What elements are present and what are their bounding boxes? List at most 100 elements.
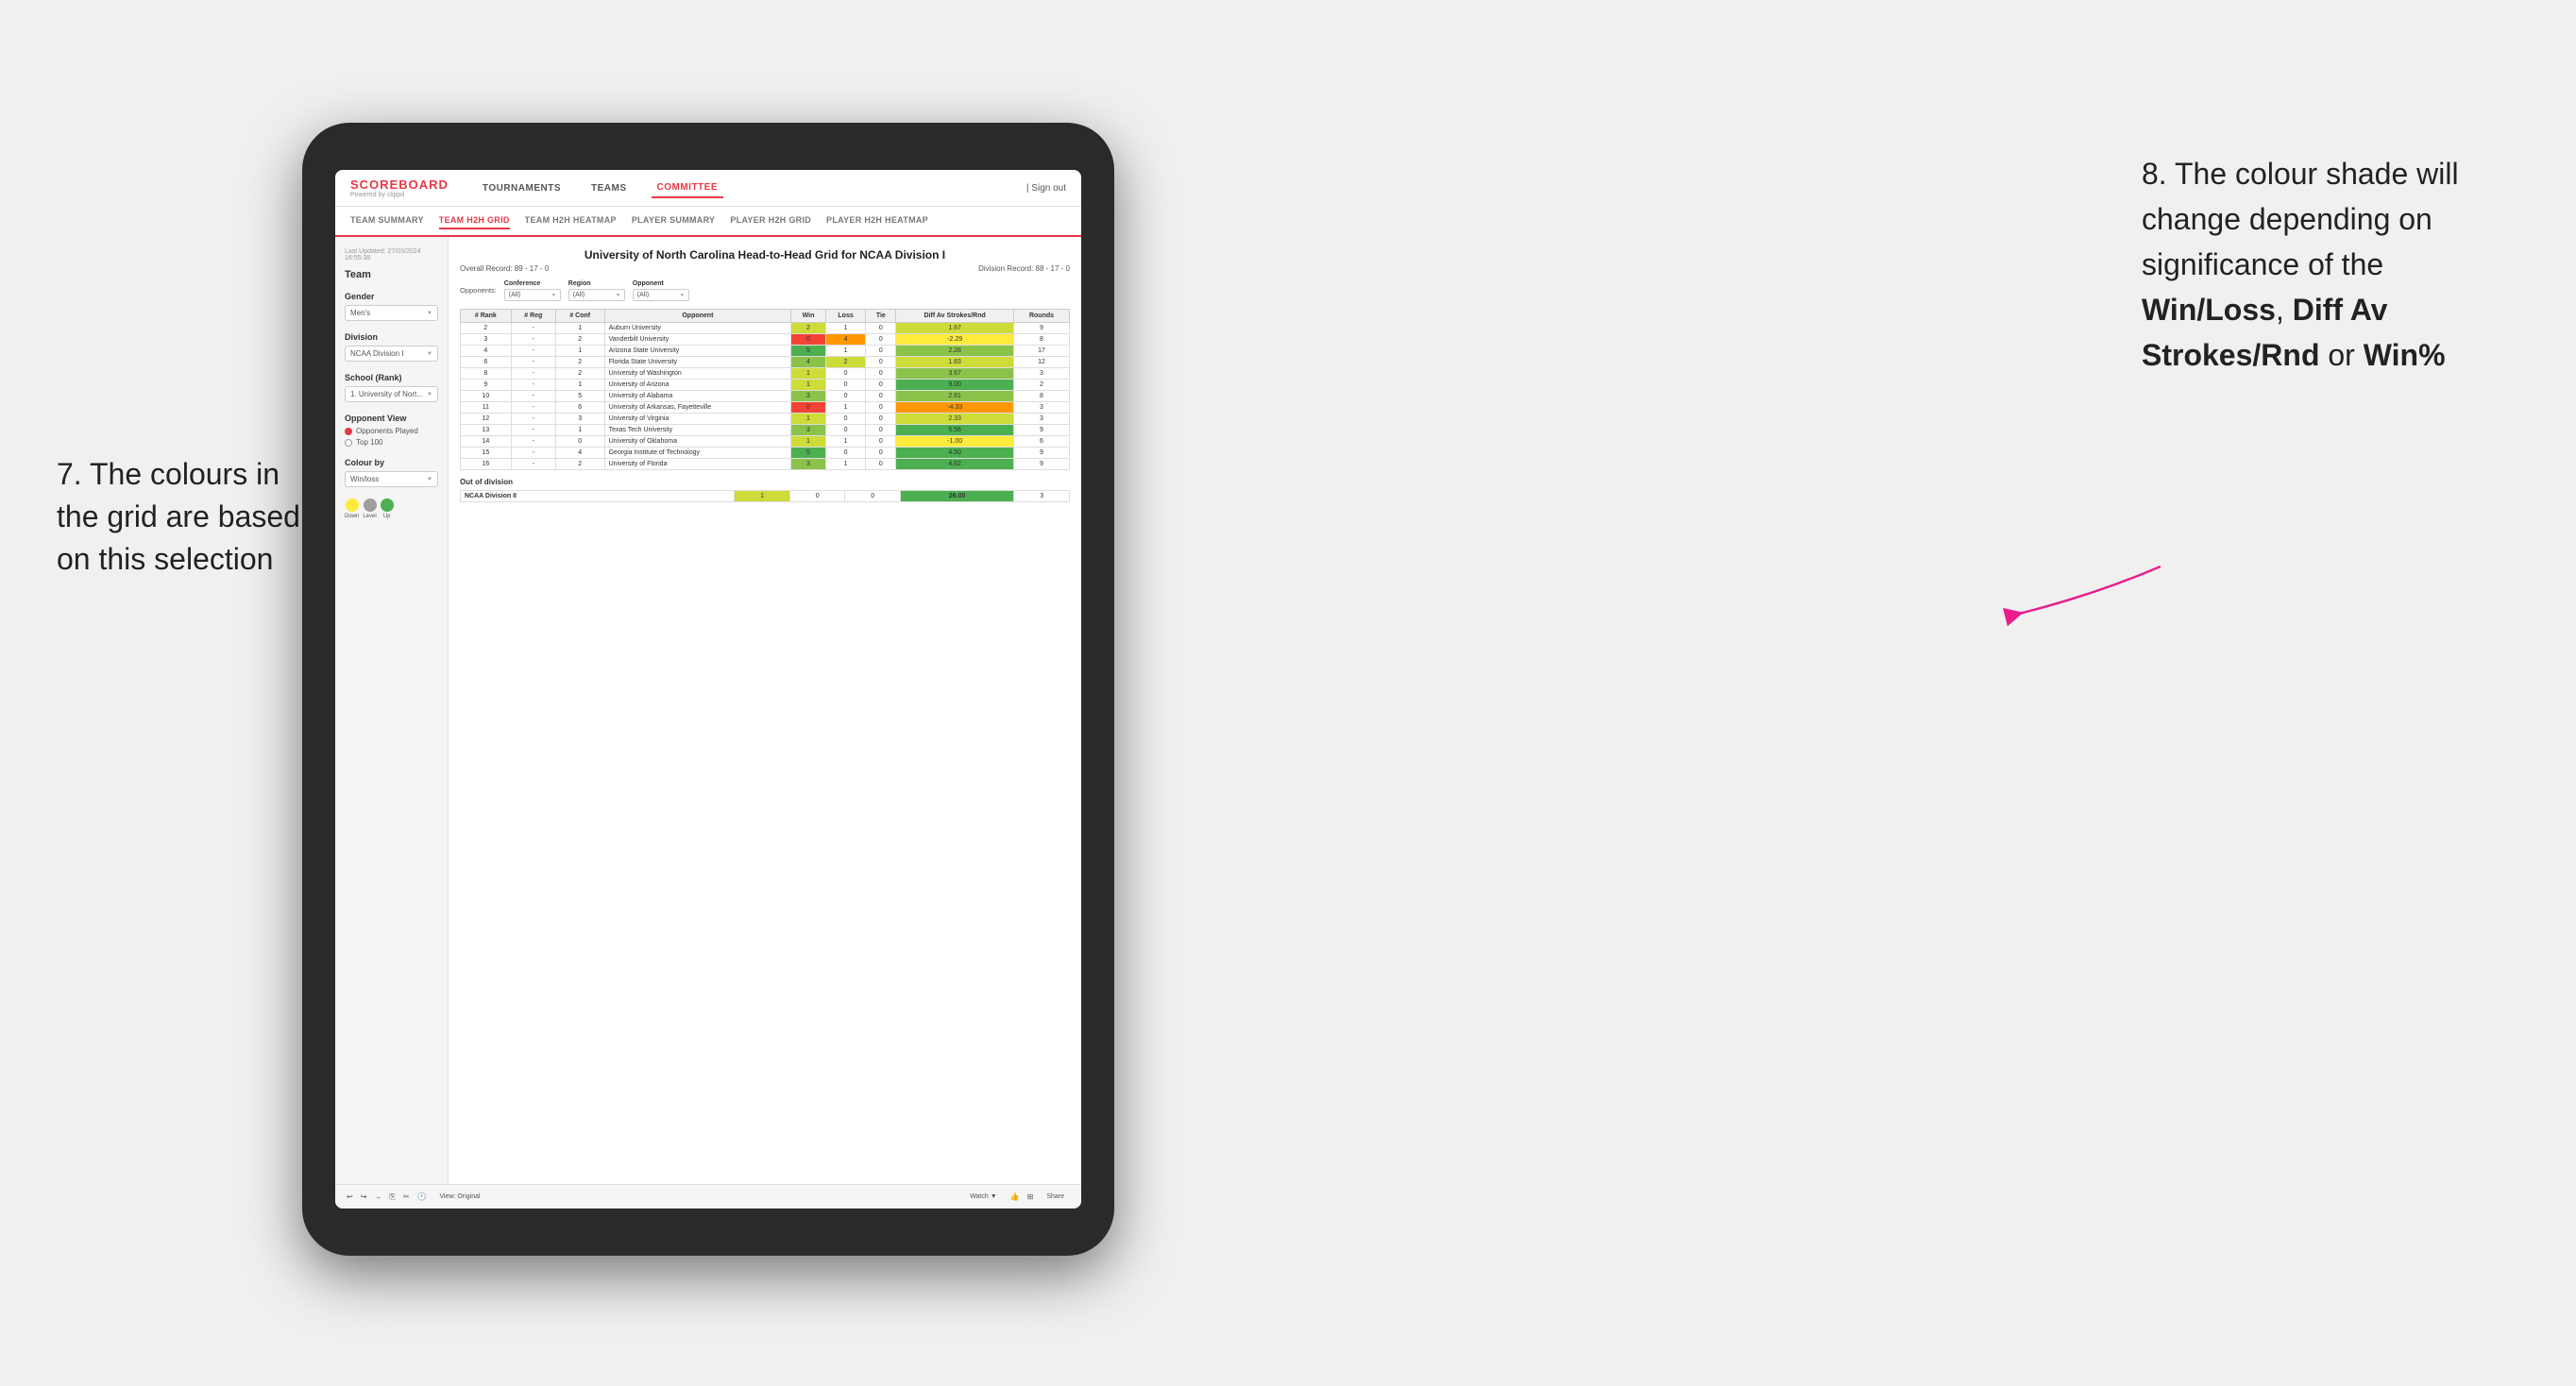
- cell-tie: 0: [866, 380, 896, 391]
- sub-nav-team-summary[interactable]: TEAM SUMMARY: [350, 212, 424, 229]
- sub-nav: TEAM SUMMARY TEAM H2H GRID TEAM H2H HEAT…: [335, 207, 1081, 237]
- tablet-screen: SCOREBOARD Powered by clippd TOURNAMENTS…: [335, 170, 1081, 1209]
- cell-rounds: 6: [1014, 436, 1070, 448]
- cut-btn[interactable]: ✂: [403, 1192, 410, 1201]
- cell-rounds: 3: [1014, 402, 1070, 414]
- cell-rounds: 8: [1014, 391, 1070, 402]
- radio-top-100[interactable]: Top 100: [345, 438, 438, 447]
- sign-out[interactable]: | Sign out: [1026, 183, 1066, 194]
- color-label-level: Level: [363, 514, 376, 519]
- cell-tie: 0: [866, 334, 896, 346]
- cell-opponent: Arizona State University: [604, 346, 791, 357]
- nav-committee[interactable]: COMMITTEE: [652, 178, 724, 198]
- cell-win: 0: [791, 334, 826, 346]
- cell-reg: -: [511, 414, 555, 425]
- cell-conf: 1: [555, 380, 604, 391]
- filter-opponent-select[interactable]: (All): [633, 289, 689, 301]
- sub-nav-team-h2h-grid[interactable]: TEAM H2H GRID: [439, 212, 510, 229]
- cell-diff: -2.29: [896, 334, 1014, 346]
- ood-rounds: 3: [1014, 491, 1070, 502]
- sub-nav-team-h2h-heatmap[interactable]: TEAM H2H HEATMAP: [525, 212, 617, 229]
- watch-btn[interactable]: Watch ▼: [964, 1191, 1002, 1203]
- sidebar-colour-value[interactable]: Win/loss: [345, 471, 438, 487]
- colors-section: Down Level Up: [345, 499, 438, 519]
- division-record: Division Record: 88 - 17 - 0: [978, 264, 1070, 273]
- cell-loss: 0: [825, 391, 866, 402]
- cell-rounds: 9: [1014, 459, 1070, 470]
- undo-btn[interactable]: ↩: [347, 1192, 353, 1201]
- cell-opponent: University of Washington: [604, 368, 791, 380]
- view-original[interactable]: View: Original: [433, 1191, 485, 1203]
- table-row: 6 - 2 Florida State University 4 2 0 1.8…: [461, 357, 1070, 368]
- copy-btn[interactable]: ⎘: [389, 1192, 395, 1202]
- color-legend-row: Down Level Up: [345, 499, 438, 519]
- arrow-right: [2000, 557, 2170, 633]
- nav-teams[interactable]: TEAMS: [585, 179, 633, 197]
- cell-loss: 1: [825, 346, 866, 357]
- cell-loss: 0: [825, 368, 866, 380]
- cell-win: 1: [791, 414, 826, 425]
- cell-conf: 1: [555, 425, 604, 436]
- filter-region-select[interactable]: (All): [568, 289, 625, 301]
- cell-loss: 1: [825, 323, 866, 334]
- sub-nav-player-summary[interactable]: PLAYER SUMMARY: [632, 212, 716, 229]
- cell-diff: 1.83: [896, 357, 1014, 368]
- redo-btn[interactable]: ↪: [361, 1192, 367, 1201]
- report-subtitle: Overall Record: 89 - 17 - 0 Division Rec…: [460, 264, 1070, 273]
- cell-reg: -: [511, 323, 555, 334]
- table-row: 12 - 3 University of Virginia 1 0 0 2.33…: [461, 414, 1070, 425]
- nav-tournaments[interactable]: TOURNAMENTS: [477, 179, 567, 197]
- timestamp: Last Updated: 27/03/202416:55:38: [345, 248, 438, 262]
- cell-tie: 0: [866, 391, 896, 402]
- main-content: Last Updated: 27/03/202416:55:38 Team Ge…: [335, 237, 1081, 1184]
- cell-opponent: Florida State University: [604, 357, 791, 368]
- cell-tie: 0: [866, 459, 896, 470]
- cell-win: 2: [791, 323, 826, 334]
- like-btn[interactable]: 👍: [1010, 1192, 1020, 1201]
- grid-btn[interactable]: ⊞: [1027, 1192, 1034, 1201]
- ood-diff: 26.00: [900, 491, 1013, 502]
- cell-reg: -: [511, 459, 555, 470]
- sub-nav-player-h2h-grid[interactable]: PLAYER H2H GRID: [730, 212, 811, 229]
- cell-win: 5: [791, 448, 826, 459]
- cell-rank: 4: [461, 346, 512, 357]
- cell-diff: 2.61: [896, 391, 1014, 402]
- cell-tie: 0: [866, 436, 896, 448]
- cell-reg: -: [511, 368, 555, 380]
- sidebar-opponent-view-section: Opponent View Opponents Played Top 100: [345, 414, 438, 447]
- color-label-down: Down: [345, 514, 359, 519]
- cell-loss: 4: [825, 334, 866, 346]
- logo-area: SCOREBOARD Powered by clippd: [350, 177, 449, 198]
- report-title: University of North Carolina Head-to-Hea…: [460, 248, 1070, 262]
- sidebar-gender-value[interactable]: Men's: [345, 305, 438, 321]
- cell-loss: 0: [825, 425, 866, 436]
- radio-opponents-played[interactable]: Opponents Played: [345, 427, 438, 435]
- radio-dot-1: [345, 428, 352, 435]
- table-row: 16 - 2 University of Florida 3 1 0 4.62 …: [461, 459, 1070, 470]
- cell-diff: -4.33: [896, 402, 1014, 414]
- nav-bar: SCOREBOARD Powered by clippd TOURNAMENTS…: [335, 170, 1081, 207]
- cell-win: 4: [791, 357, 826, 368]
- table-row: 13 - 1 Texas Tech University 3 0 0 5.56 …: [461, 425, 1070, 436]
- sidebar-school-value[interactable]: 1. University of Nort...: [345, 386, 438, 402]
- cell-conf: 6: [555, 402, 604, 414]
- sub-nav-player-h2h-heatmap[interactable]: PLAYER H2H HEATMAP: [826, 212, 928, 229]
- color-circle-level: [364, 499, 377, 512]
- overall-record: Overall Record: 89 - 17 - 0: [460, 264, 549, 273]
- forward-btn[interactable]: →: [374, 1192, 381, 1201]
- cell-diff: 2.33: [896, 414, 1014, 425]
- cell-opponent: Texas Tech University: [604, 425, 791, 436]
- out-of-division-table: NCAA Division II 1 0 0 26.00 3: [460, 490, 1070, 502]
- cell-rank: 14: [461, 436, 512, 448]
- share-btn[interactable]: Share: [1041, 1191, 1070, 1203]
- cell-rounds: 12: [1014, 357, 1070, 368]
- sidebar-division-value[interactable]: NCAA Division I: [345, 346, 438, 362]
- table-row: 10 - 5 University of Alabama 3 0 0 2.61 …: [461, 391, 1070, 402]
- filter-conference-select[interactable]: (All): [504, 289, 561, 301]
- cell-diff: 9.00: [896, 380, 1014, 391]
- clock-btn[interactable]: 🕐: [417, 1192, 427, 1201]
- cell-opponent: Georgia Institute of Technology: [604, 448, 791, 459]
- cell-reg: -: [511, 391, 555, 402]
- cell-rounds: 2: [1014, 380, 1070, 391]
- ood-loss: 0: [789, 491, 845, 502]
